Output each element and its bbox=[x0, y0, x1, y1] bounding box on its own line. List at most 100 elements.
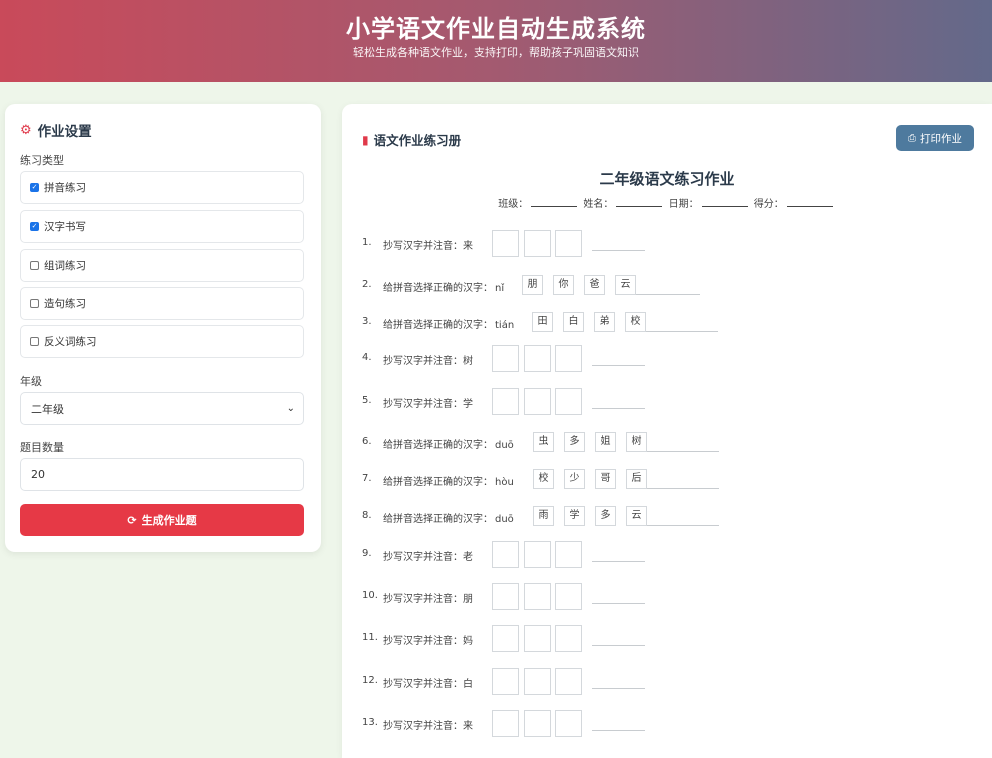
refresh-icon: ⟳ bbox=[127, 513, 137, 527]
pinyin-answer-line[interactable] bbox=[592, 561, 645, 562]
writing-box[interactable] bbox=[524, 388, 551, 415]
grade-select[interactable]: 二年级 ⌄ bbox=[20, 392, 304, 425]
option-character[interactable]: 爸 bbox=[584, 275, 605, 295]
question-pinyin: hòu bbox=[495, 477, 514, 488]
answer-line[interactable] bbox=[636, 294, 700, 295]
option-character[interactable]: 弟 bbox=[594, 312, 615, 332]
answer-line[interactable] bbox=[647, 525, 719, 526]
pinyin-answer-line[interactable] bbox=[592, 365, 645, 366]
writing-box[interactable] bbox=[524, 625, 551, 652]
question-number: 6. bbox=[362, 436, 372, 447]
writing-box[interactable] bbox=[555, 583, 582, 610]
writing-box[interactable] bbox=[492, 583, 519, 610]
type-option-sentence[interactable]: 造句练习 bbox=[20, 287, 304, 320]
pinyin-answer-line[interactable] bbox=[592, 645, 645, 646]
writing-box[interactable] bbox=[524, 668, 551, 695]
settings-title: ⚙ 作业设置 bbox=[20, 120, 92, 141]
option-character[interactable]: 学 bbox=[564, 506, 585, 526]
writing-box[interactable] bbox=[524, 541, 551, 568]
gears-icon: ⚙ bbox=[20, 122, 32, 138]
question-text: 抄写汉字并注音：学 bbox=[383, 395, 473, 410]
writing-box[interactable] bbox=[492, 710, 519, 737]
meta-score: 得分： bbox=[753, 199, 784, 210]
question-row: 11. 抄写汉字并注音：妈 bbox=[362, 625, 782, 652]
answer-line[interactable] bbox=[646, 331, 718, 332]
writing-box[interactable] bbox=[555, 388, 582, 415]
type-option-label: 汉字书写 bbox=[44, 221, 86, 233]
checkbox-checked-icon[interactable]: ✓ bbox=[30, 222, 39, 231]
writing-box[interactable] bbox=[492, 230, 519, 257]
workbook-title: ▮ 语文作业练习册 bbox=[362, 130, 461, 149]
option-character[interactable]: 多 bbox=[564, 432, 585, 452]
writing-box[interactable] bbox=[555, 625, 582, 652]
type-option-antonym[interactable]: 反义词练习 bbox=[20, 325, 304, 358]
writing-box[interactable] bbox=[492, 668, 519, 695]
option-character[interactable]: 哥 bbox=[595, 469, 616, 489]
type-option-label: 拼音练习 bbox=[44, 182, 86, 194]
pinyin-answer-line[interactable] bbox=[592, 250, 645, 251]
option-character[interactable]: 朋 bbox=[522, 275, 543, 295]
writing-box[interactable] bbox=[555, 710, 582, 737]
question-prompt: 给拼音选择正确的汉字： bbox=[383, 440, 493, 451]
question-number: 11. bbox=[362, 632, 378, 643]
answer-line[interactable] bbox=[647, 488, 719, 489]
workbook-title-label: 语文作业练习册 bbox=[373, 133, 462, 148]
writing-box[interactable] bbox=[492, 388, 519, 415]
generate-button[interactable]: ⟳ 生成作业题 bbox=[20, 504, 304, 536]
question-prompt: 抄写汉字并注音：学 bbox=[383, 399, 473, 410]
pinyin-answer-line[interactable] bbox=[592, 408, 645, 409]
question-row: 4. 抄写汉字并注音：树 bbox=[362, 345, 782, 372]
count-label: 题目数量 bbox=[20, 441, 64, 454]
option-character[interactable]: 云 bbox=[615, 275, 636, 295]
question-prompt: 抄写汉字并注音：老 bbox=[383, 552, 473, 563]
option-character[interactable]: 校 bbox=[533, 469, 554, 489]
count-input[interactable]: 20 bbox=[20, 458, 304, 491]
option-character[interactable]: 你 bbox=[553, 275, 574, 295]
option-character[interactable]: 树 bbox=[626, 432, 647, 452]
option-character[interactable]: 后 bbox=[626, 469, 647, 489]
checkbox-icon[interactable] bbox=[30, 299, 39, 308]
book-icon: ▮ bbox=[362, 132, 369, 147]
writing-box[interactable] bbox=[492, 541, 519, 568]
option-character[interactable]: 云 bbox=[626, 506, 647, 526]
type-option-label: 造句练习 bbox=[44, 298, 86, 310]
answer-line[interactable] bbox=[647, 451, 719, 452]
option-character[interactable]: 多 bbox=[595, 506, 616, 526]
option-character[interactable]: 田 bbox=[532, 312, 553, 332]
writing-box[interactable] bbox=[555, 668, 582, 695]
pinyin-answer-line[interactable] bbox=[592, 688, 645, 689]
type-option-pinyin[interactable]: ✓ 拼音练习 bbox=[20, 171, 304, 204]
question-text: 给拼音选择正确的汉字： duō bbox=[383, 436, 514, 451]
question-number: 13. bbox=[362, 717, 378, 728]
option-character[interactable]: 雨 bbox=[533, 506, 554, 526]
question-number: 2. bbox=[362, 279, 372, 290]
checkbox-checked-icon[interactable]: ✓ bbox=[30, 183, 39, 192]
question-number: 5. bbox=[362, 395, 372, 406]
option-character[interactable]: 姐 bbox=[595, 432, 616, 452]
option-character[interactable]: 虫 bbox=[533, 432, 554, 452]
grade-label: 年级 bbox=[20, 375, 42, 388]
type-option-words[interactable]: 组词练习 bbox=[20, 249, 304, 282]
type-option-hanzi[interactable]: ✓ 汉字书写 bbox=[20, 210, 304, 243]
question-prompt: 抄写汉字并注音：来 bbox=[383, 721, 473, 732]
checkbox-icon[interactable] bbox=[30, 337, 39, 346]
writing-box[interactable] bbox=[524, 583, 551, 610]
writing-box[interactable] bbox=[555, 230, 582, 257]
meta-date: 日期： bbox=[668, 199, 699, 210]
question-text: 抄写汉字并注音：老 bbox=[383, 548, 473, 563]
writing-box[interactable] bbox=[492, 625, 519, 652]
print-button[interactable]: ⎙ 打印作业 bbox=[896, 125, 974, 151]
writing-box[interactable] bbox=[555, 541, 582, 568]
writing-box[interactable] bbox=[492, 345, 519, 372]
writing-box[interactable] bbox=[555, 345, 582, 372]
writing-box[interactable] bbox=[524, 230, 551, 257]
writing-box[interactable] bbox=[524, 345, 551, 372]
option-character[interactable]: 白 bbox=[563, 312, 584, 332]
pinyin-answer-line[interactable] bbox=[592, 730, 645, 731]
checkbox-icon[interactable] bbox=[30, 261, 39, 270]
pinyin-answer-line[interactable] bbox=[592, 603, 645, 604]
question-pinyin: tián bbox=[495, 320, 515, 331]
writing-box[interactable] bbox=[524, 710, 551, 737]
option-character[interactable]: 少 bbox=[564, 469, 585, 489]
option-character[interactable]: 校 bbox=[625, 312, 646, 332]
